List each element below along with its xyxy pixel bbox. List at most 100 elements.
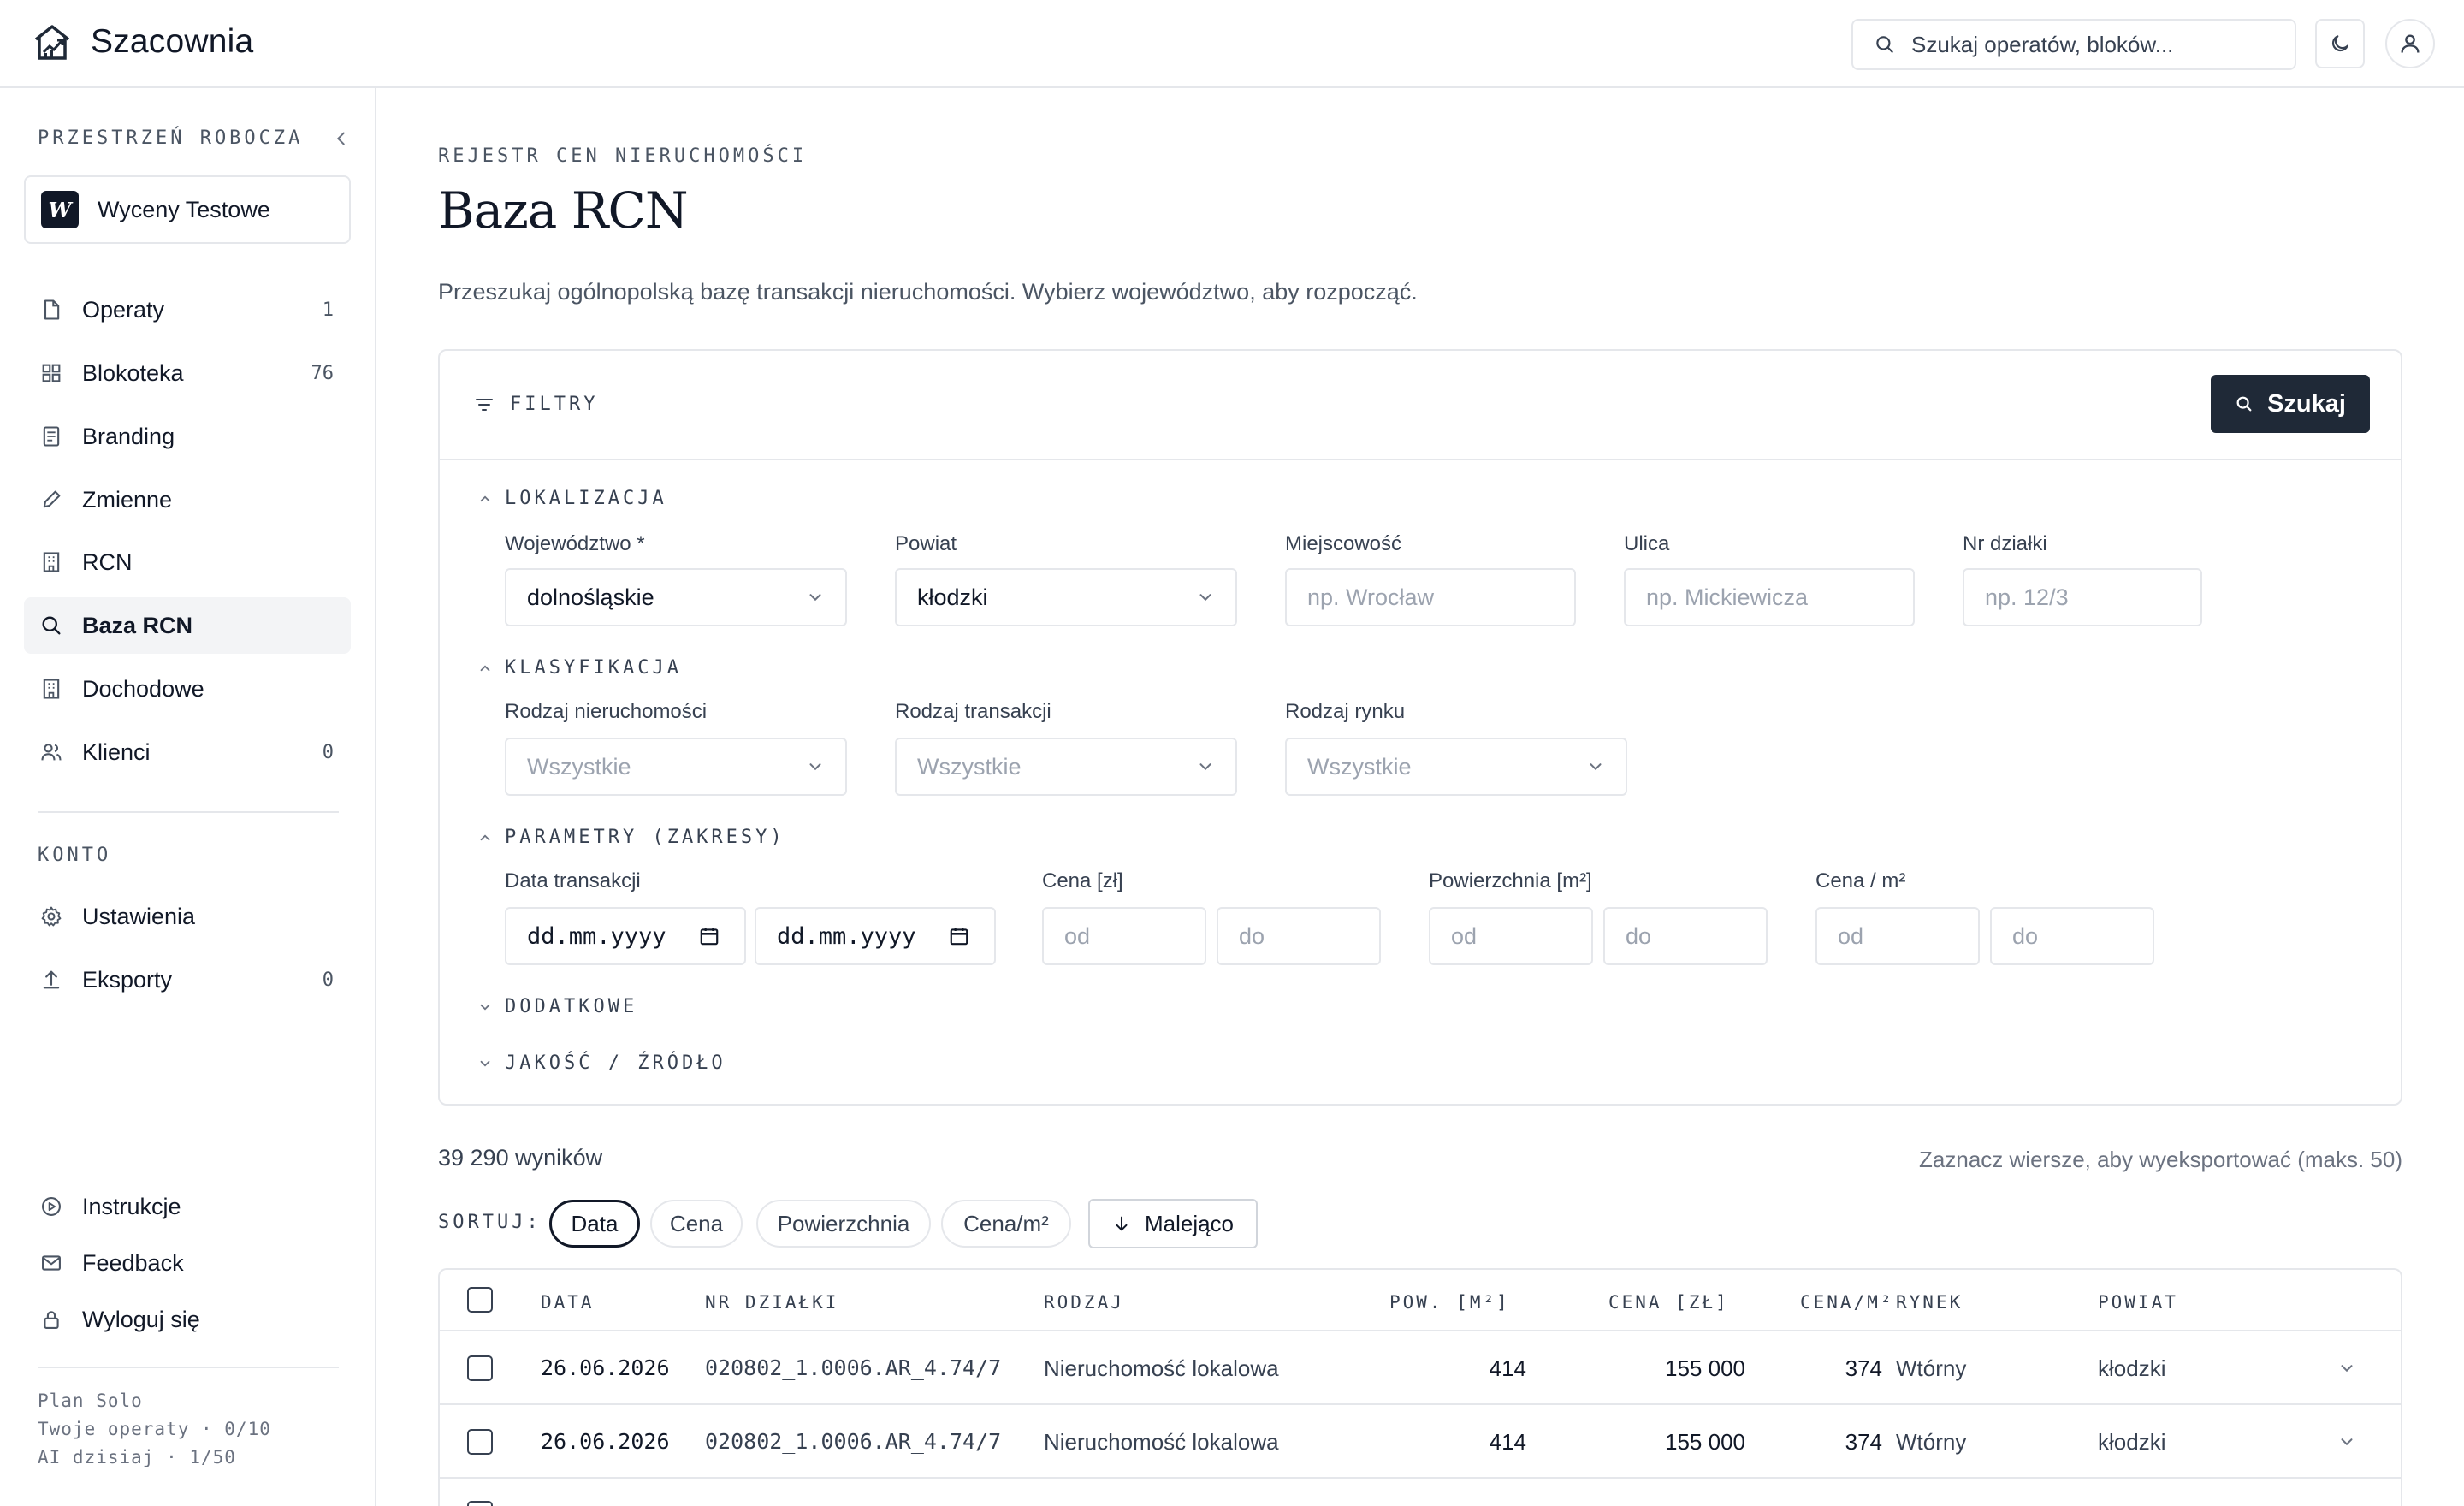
building-icon	[43, 552, 60, 572]
sidebar-item-ustawienia[interactable]: Ustawienia	[24, 888, 351, 945]
sort-order-button[interactable]: Malejąco	[1088, 1199, 1258, 1248]
sidebar-item-label: Instrukcje	[82, 1193, 181, 1219]
sort-chip-powierzchnia[interactable]: Powierzchnia	[756, 1200, 931, 1248]
date-from-input[interactable]: dd.mm.yyyy	[505, 907, 746, 965]
area-to-input[interactable]	[1626, 922, 1752, 950]
sidebar-item-zmienne[interactable]: Zmienne	[24, 471, 351, 528]
city-field[interactable]	[1285, 568, 1576, 626]
row-checkbox[interactable]	[467, 1355, 493, 1381]
column-header-county[interactable]: POWIAT	[2098, 1292, 2178, 1313]
search-button[interactable]: Szukaj	[2211, 375, 2370, 433]
sidebar-item-operaty[interactable]: Operaty 1	[24, 282, 351, 338]
column-header-market[interactable]: RYNEK	[1896, 1292, 1963, 1313]
sidebar-item-feedback[interactable]: Feedback	[24, 1235, 351, 1291]
play-circle-icon	[42, 1197, 61, 1216]
workspace-switcher[interactable]: W Wyceny Testowe	[24, 175, 351, 244]
sidebar-item-branding[interactable]: Branding	[24, 408, 351, 465]
plot-field[interactable]	[1963, 568, 2202, 626]
sidebar-item-count: 76	[311, 362, 335, 384]
sidebar-item-label: Ustawienia	[82, 903, 196, 929]
price-m2-from-field[interactable]	[1815, 907, 1980, 965]
date-to-input[interactable]: dd.mm.yyyy	[755, 907, 996, 965]
sidebar-item-label: Blokoteka	[82, 359, 184, 386]
cell-county: kłodzki	[2098, 1355, 2166, 1381]
county-select[interactable]: kłodzki	[895, 568, 1237, 626]
collapse-sidebar-icon[interactable]	[332, 129, 351, 148]
search-icon	[1876, 36, 1893, 53]
market-type-select[interactable]: Wszystkie	[1285, 738, 1627, 796]
price-m2-to-field[interactable]	[1990, 907, 2154, 965]
expand-row-chevron-icon[interactable]	[2337, 1359, 2356, 1378]
area-from-input[interactable]	[1451, 922, 1578, 950]
theme-toggle-button[interactable]	[2315, 19, 2365, 68]
section-toggle-quality[interactable]: JAKOŚĆ / ŹRÓDŁO	[477, 1052, 726, 1074]
area-from-field[interactable]	[1429, 907, 1593, 965]
sidebar-item-instrukcje[interactable]: Instrukcje	[24, 1178, 351, 1235]
table-row[interactable]: 26.06.2026 020802_1.0006.AR_4.74/7 Nieru…	[440, 1405, 2401, 1479]
section-toggle-classification[interactable]: KLASYFIKACJA	[477, 657, 682, 679]
row-checkbox[interactable]	[467, 1501, 493, 1506]
street-input[interactable]	[1646, 584, 1886, 611]
price-from-input[interactable]	[1064, 922, 1191, 950]
cell-price: 155 000	[1665, 1355, 1745, 1381]
calendar-icon[interactable]	[948, 925, 970, 947]
sort-chip-cena-m2[interactable]: Cena/m²	[941, 1200, 1071, 1248]
table-row[interactable]: 26.06.2026 020802_1.0006.AR_4.74/7 Nieru…	[440, 1331, 2401, 1405]
sidebar-item-blokoteka[interactable]: Blokoteka 76	[24, 345, 351, 401]
price-m2-to-input[interactable]	[2012, 922, 2139, 950]
sidebar-item-dochodowe[interactable]: Dochodowe	[24, 661, 351, 717]
sort-chip-cena[interactable]: Cena	[650, 1200, 743, 1248]
column-header-date[interactable]: DATA	[541, 1292, 595, 1313]
area-to-field[interactable]	[1603, 907, 1768, 965]
user-icon	[2401, 34, 2420, 53]
property-type-label: Rodzaj nieruchomości	[505, 700, 708, 723]
column-header-area[interactable]: POW. [M²]	[1389, 1292, 1510, 1313]
brand[interactable]: Szacownia	[31, 21, 253, 63]
section-toggle-additional[interactable]: DODATKOWE	[477, 996, 637, 1017]
chevron-down-icon	[809, 594, 821, 602]
table-row[interactable]	[440, 1479, 2401, 1506]
sidebar-item-baza-rcn[interactable]: Baza RCN	[24, 597, 351, 654]
transaction-type-select[interactable]: Wszystkie	[895, 738, 1237, 796]
section-title: KLASYFIKACJA	[505, 657, 682, 679]
cell-price-m2: 374	[1845, 1429, 1882, 1455]
filters-panel: FILTRY Szukaj LOKALIZACJA Województwo * …	[438, 349, 2402, 1106]
top-bar: Szacownia	[0, 0, 2464, 88]
expand-row-chevron-icon[interactable]	[2337, 1432, 2356, 1451]
section-toggle-location[interactable]: LOKALIZACJA	[477, 488, 667, 509]
calendar-icon[interactable]	[698, 925, 720, 947]
column-header-type[interactable]: RODZAJ	[1044, 1292, 1124, 1313]
select-all-checkbox[interactable]	[467, 1287, 493, 1313]
price-to-field[interactable]	[1217, 907, 1381, 965]
sidebar-item-logout[interactable]: Wyloguj się	[24, 1291, 351, 1348]
arrow-down-icon	[1116, 1216, 1128, 1231]
street-field[interactable]	[1624, 568, 1915, 626]
search-input[interactable]	[1911, 31, 2271, 58]
cell-market: Wtórny	[1896, 1355, 1967, 1381]
chevron-up-icon	[480, 833, 490, 840]
voivodeship-select[interactable]: dolnośląskie	[505, 568, 847, 626]
sidebar-item-eksporty[interactable]: Eksporty 0	[24, 952, 351, 1008]
chevron-down-icon	[1199, 763, 1211, 771]
sort-chip-data[interactable]: Data	[549, 1200, 640, 1248]
row-checkbox[interactable]	[467, 1429, 493, 1455]
global-search[interactable]	[1851, 19, 2296, 70]
upload-icon	[43, 970, 60, 989]
chevron-down-icon	[480, 1060, 490, 1067]
column-header-price[interactable]: CENA [ZŁ]	[1608, 1292, 1729, 1313]
column-header-plot[interactable]: NR DZIAŁKI	[705, 1292, 838, 1313]
user-avatar-button[interactable]	[2385, 19, 2435, 68]
price-from-field[interactable]	[1042, 907, 1206, 965]
price-to-input[interactable]	[1239, 922, 1365, 950]
section-toggle-params[interactable]: PARAMETRY (ZAKRESY)	[477, 827, 785, 848]
city-input[interactable]	[1307, 584, 1548, 611]
plot-input[interactable]	[1985, 584, 2179, 611]
property-type-select[interactable]: Wszystkie	[505, 738, 847, 796]
sidebar-item-klienci[interactable]: Klienci 0	[24, 724, 351, 780]
column-header-price-m2[interactable]: CENA/M²	[1800, 1292, 1894, 1313]
workspace-section-label: PRZESTRZEŃ ROBOCZA	[38, 127, 304, 149]
price-m2-from-input[interactable]	[1838, 922, 1964, 950]
search-button-label: Szukaj	[2267, 389, 2346, 418]
sidebar-item-rcn[interactable]: RCN	[24, 534, 351, 590]
cell-market: Wtórny	[1896, 1429, 1967, 1455]
